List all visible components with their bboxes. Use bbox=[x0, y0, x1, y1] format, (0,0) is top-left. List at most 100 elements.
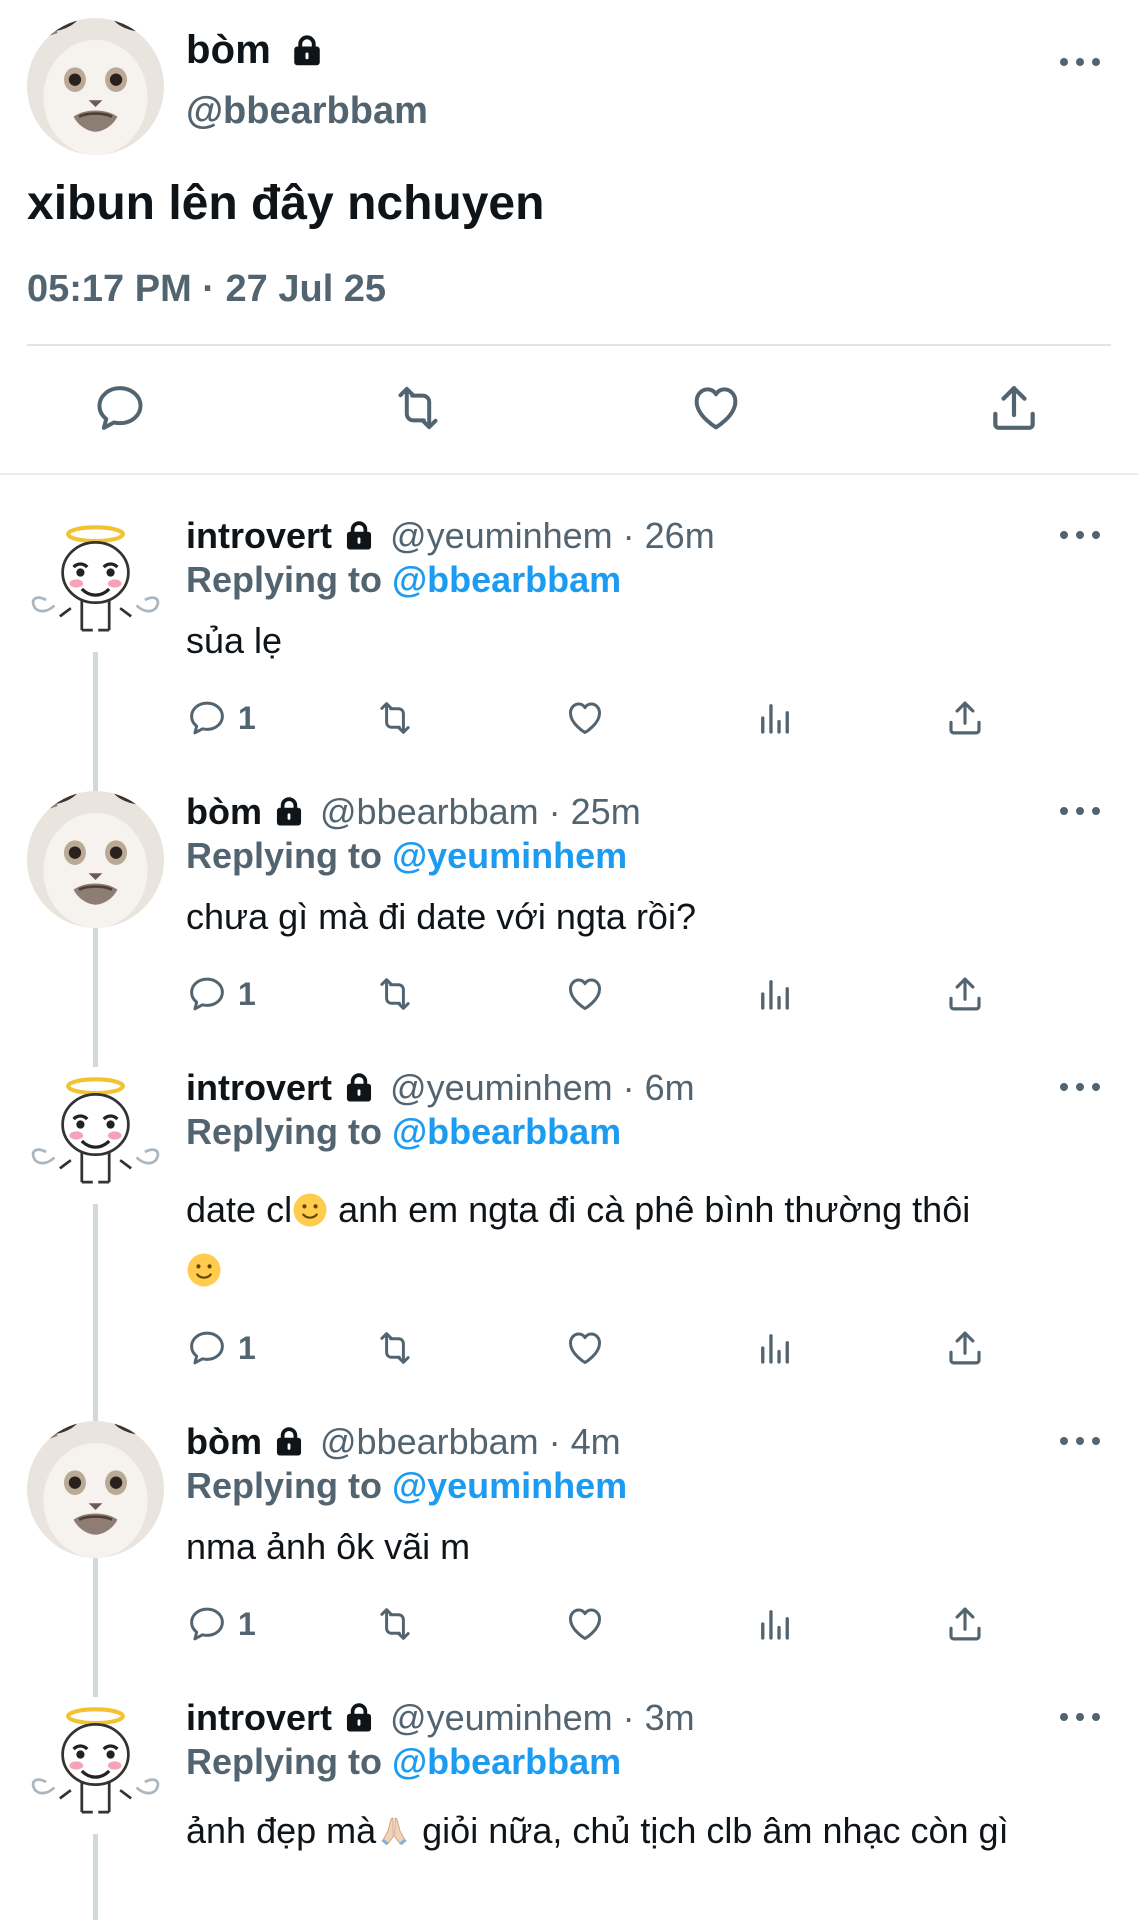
retweet-button[interactable] bbox=[374, 1325, 416, 1371]
thread-line bbox=[93, 1834, 98, 1920]
like-button[interactable] bbox=[564, 1601, 606, 1647]
thread-line bbox=[93, 1204, 98, 1421]
author-name[interactable]: bòm bbox=[186, 28, 271, 73]
tweet-actions bbox=[0, 380, 1138, 440]
mention-link[interactable]: @yeuminhem bbox=[392, 1465, 627, 1506]
divider bbox=[27, 344, 1111, 346]
reply-tweet[interactable]: introvert @yeuminhem · 26m Replying to @… bbox=[0, 515, 1138, 791]
avatar[interactable] bbox=[27, 1421, 164, 1558]
views-button[interactable] bbox=[754, 971, 796, 1017]
comment-icon bbox=[92, 380, 148, 436]
cat-avatar-image bbox=[27, 1421, 164, 1558]
views-button[interactable] bbox=[754, 695, 796, 741]
share-button[interactable] bbox=[944, 695, 986, 741]
views-button[interactable] bbox=[754, 1601, 796, 1647]
share-button[interactable] bbox=[944, 1601, 986, 1647]
retweet-icon bbox=[374, 697, 416, 739]
analytics-icon bbox=[754, 1327, 796, 1369]
more-icon[interactable] bbox=[1060, 1710, 1100, 1724]
lock-icon bbox=[272, 1425, 306, 1459]
share-icon bbox=[944, 697, 986, 739]
more-icon[interactable] bbox=[1060, 1080, 1100, 1094]
comment-icon bbox=[186, 1327, 228, 1369]
author-handle-time[interactable]: @bbearbbam · 4m bbox=[320, 1421, 621, 1463]
reply-button[interactable]: 1 bbox=[186, 1325, 256, 1371]
comment-icon bbox=[186, 697, 228, 739]
author-handle-time[interactable]: @yeuminhem · 26m bbox=[390, 515, 715, 557]
reply-tweet[interactable]: introvert @yeuminhem · 3m Replying to @b… bbox=[0, 1697, 1138, 1920]
cat-avatar-image bbox=[27, 791, 164, 928]
more-icon[interactable] bbox=[1060, 1434, 1100, 1448]
reply-button[interactable]: 1 bbox=[186, 1601, 256, 1647]
lock-icon bbox=[272, 795, 306, 829]
retweet-button[interactable] bbox=[390, 380, 446, 436]
comment-icon bbox=[186, 973, 228, 1015]
mention-link[interactable]: @yeuminhem bbox=[392, 835, 627, 876]
retweet-button[interactable] bbox=[374, 1601, 416, 1647]
lock-icon bbox=[342, 519, 376, 553]
reply-button[interactable] bbox=[92, 380, 148, 436]
heart-icon bbox=[564, 1327, 606, 1369]
lock-icon bbox=[342, 1701, 376, 1735]
like-button[interactable] bbox=[564, 971, 606, 1017]
more-icon[interactable] bbox=[1060, 55, 1100, 69]
author-handle[interactable]: @bbearbbam bbox=[186, 90, 428, 133]
share-icon bbox=[986, 380, 1042, 436]
angel-avatar-image bbox=[27, 515, 164, 652]
comment-icon bbox=[186, 1603, 228, 1645]
retweet-icon bbox=[374, 1327, 416, 1369]
reply-tweet[interactable]: bòm @bbearbbam · 4m Replying to @yeuminh… bbox=[0, 1421, 1138, 1697]
retweet-button[interactable] bbox=[374, 695, 416, 741]
mention-link[interactable]: @bbearbbam bbox=[392, 1741, 621, 1782]
reply-actions: 1 bbox=[186, 1325, 1046, 1375]
avatar[interactable] bbox=[27, 1697, 164, 1834]
thread-line bbox=[93, 1558, 98, 1697]
avatar[interactable] bbox=[27, 18, 164, 155]
more-icon[interactable] bbox=[1060, 528, 1100, 542]
like-button[interactable] bbox=[564, 1325, 606, 1371]
author-name[interactable]: bòm bbox=[186, 791, 262, 833]
share-button[interactable] bbox=[944, 1325, 986, 1371]
mention-link[interactable]: @bbearbbam bbox=[392, 559, 621, 600]
author-name[interactable]: introvert bbox=[186, 1697, 332, 1739]
avatar[interactable] bbox=[27, 515, 164, 652]
replying-to: Replying to @yeuminhem bbox=[186, 1465, 628, 1506]
share-button[interactable] bbox=[986, 380, 1042, 436]
share-button[interactable] bbox=[944, 971, 986, 1017]
author-handle-time[interactable]: @yeuminhem · 3m bbox=[390, 1697, 695, 1739]
author-name[interactable]: introvert bbox=[186, 1067, 332, 1109]
replying-to: Replying to @bbearbbam bbox=[186, 1111, 622, 1152]
mention-link[interactable]: @bbearbbam bbox=[392, 1111, 621, 1152]
reply-text: date cl anh em ngta đi cà phê bình thườn… bbox=[186, 1180, 1086, 1300]
lock-icon bbox=[342, 1071, 376, 1105]
like-button[interactable] bbox=[564, 695, 606, 741]
thread-line bbox=[93, 928, 98, 1067]
reply-actions: 1 bbox=[186, 971, 1046, 1021]
author-name[interactable]: bòm bbox=[186, 1421, 262, 1463]
reply-actions: 1 bbox=[186, 1601, 1046, 1651]
views-button[interactable] bbox=[754, 1325, 796, 1371]
reply-button[interactable]: 1 bbox=[186, 971, 256, 1017]
more-icon[interactable] bbox=[1060, 804, 1100, 818]
reply-tweet[interactable]: bòm @bbearbbam · 25m Replying to @yeumin… bbox=[0, 791, 1138, 1067]
like-button[interactable] bbox=[688, 380, 744, 436]
author-handle-time[interactable]: @bbearbbam · 25m bbox=[320, 791, 641, 833]
main-tweet: bòm @bbearbbam xibun lên đây nchuyen 05:… bbox=[0, 0, 1138, 475]
reply-text: sủa lẹ bbox=[186, 620, 283, 661]
analytics-icon bbox=[754, 697, 796, 739]
author-name[interactable]: introvert bbox=[186, 515, 332, 557]
avatar[interactable] bbox=[27, 1067, 164, 1204]
avatar[interactable] bbox=[27, 791, 164, 928]
cat-avatar-image bbox=[27, 18, 164, 155]
tweet-text: xibun lên đây nchuyen bbox=[27, 177, 545, 230]
reply-text: chưa gì mà đi date với ngta rồi? bbox=[186, 896, 696, 937]
retweet-button[interactable] bbox=[374, 971, 416, 1017]
reply-tweet[interactable]: introvert @yeuminhem · 6m Replying to @b… bbox=[0, 1067, 1138, 1421]
reply-count: 1 bbox=[238, 1329, 256, 1366]
heart-icon bbox=[564, 1603, 606, 1645]
analytics-icon bbox=[754, 973, 796, 1015]
author-handle-time[interactable]: @yeuminhem · 6m bbox=[390, 1067, 695, 1109]
retweet-icon bbox=[374, 973, 416, 1015]
tweet-timestamp[interactable]: 05:17 PM · 27 Jul 25 bbox=[27, 268, 386, 311]
reply-button[interactable]: 1 bbox=[186, 695, 256, 741]
